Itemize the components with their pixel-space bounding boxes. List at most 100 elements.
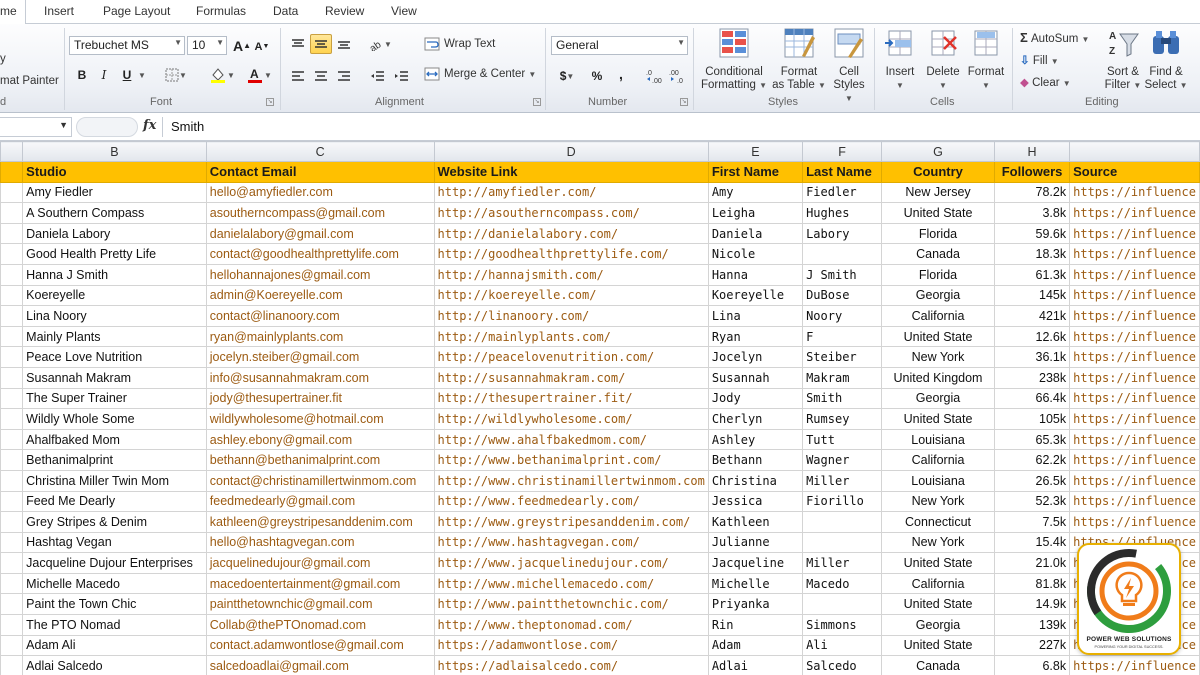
cell-studio[interactable]: Adam Ali	[22, 634, 207, 657]
cell-first-name[interactable]: Rin	[707, 614, 804, 636]
cell-source[interactable]: https://influence	[1069, 243, 1200, 265]
cell-first-name[interactable]: Adam	[707, 634, 804, 657]
cell[interactable]	[0, 531, 24, 554]
cell-first-name[interactable]: Cherlyn	[707, 408, 804, 430]
cell-contact-email[interactable]: salcedoadlai@gmail.com	[205, 655, 435, 675]
cell-contact-email[interactable]: Collab@thePTOnomad.com	[205, 614, 435, 636]
cell-contact-email[interactable]: jocelyn.steiber@gmail.com	[205, 346, 435, 368]
align-middle-icon[interactable]	[310, 34, 332, 54]
cell-first-name[interactable]: Kathleen	[707, 511, 804, 533]
cell-country[interactable]: New York	[881, 531, 995, 554]
cell-last-name[interactable]: J Smith	[802, 263, 883, 286]
cell[interactable]	[0, 552, 24, 574]
name-box[interactable]: ▼	[0, 117, 72, 137]
format-painter-button[interactable]: mat Painter	[0, 75, 59, 87]
cell-website-link[interactable]: http://www.christinamillertwinmom.com	[433, 469, 709, 492]
cell-contact-email[interactable]: ryan@mainlyplants.com	[205, 325, 435, 348]
cell-followers[interactable]: 139k	[993, 614, 1071, 636]
cell-country[interactable]: Louisiana	[881, 428, 995, 451]
cell-last-name[interactable]: Miller	[802, 469, 883, 492]
cell-contact-email[interactable]: contact.adamwontlose@gmail.com	[205, 634, 435, 657]
orientation-icon[interactable]: ab ▼	[366, 34, 394, 54]
cell-studio[interactable]: Hashtag Vegan	[22, 531, 207, 554]
cell-studio[interactable]: Peace Love Nutrition	[22, 346, 207, 368]
cell-website-link[interactable]: http://koereyelle.com/	[433, 284, 709, 307]
cell-website-link[interactable]: http://asoutherncompass.com/	[433, 202, 709, 224]
cell-contact-email[interactable]: info@susannahmakram.com	[205, 366, 435, 389]
cell-first-name[interactable]: Julianne	[707, 531, 804, 554]
align-right-icon[interactable]	[334, 66, 354, 86]
cell-last-name[interactable]: Labory	[802, 222, 883, 245]
cell-studio[interactable]: Christina Miller Twin Mom	[22, 469, 207, 492]
cell-first-name[interactable]: Koereyelle	[707, 284, 804, 307]
cell-website-link[interactable]: http://amyfiedler.com/	[433, 181, 709, 204]
cell-contact-email[interactable]: jacquelinedujour@gmail.com	[205, 552, 435, 574]
cell-website-link[interactable]: http://peacelovenutrition.com/	[433, 346, 709, 368]
cell-website-link[interactable]: https://adlaisalcedo.com/	[433, 655, 709, 675]
cell-country[interactable]: California	[881, 305, 995, 327]
cell[interactable]	[0, 161, 24, 183]
cell-source[interactable]: https://influence	[1069, 449, 1200, 471]
format-as-table-button[interactable]: Format as Table ▼	[770, 26, 828, 92]
cell-country[interactable]: Georgia	[881, 614, 995, 636]
cell-studio[interactable]: The PTO Nomad	[22, 614, 207, 636]
column-header-h[interactable]: H	[993, 141, 1071, 162]
clear-button[interactable]: ◆ Clear ▼	[1020, 75, 1071, 89]
cell-followers[interactable]: 227k	[993, 634, 1071, 657]
cell-contact-email[interactable]: hellohannajones@gmail.com	[205, 263, 435, 286]
underline-button[interactable]: U	[118, 65, 136, 85]
cell-first-name[interactable]: Jocelyn	[707, 346, 804, 368]
cell-studio[interactable]: Daniela Labory	[22, 222, 207, 245]
cell-studio[interactable]: Wildly Whole Some	[22, 408, 207, 430]
cell-studio[interactable]: A Southern Compass	[22, 202, 207, 224]
cell-followers[interactable]: 59.6k	[993, 222, 1071, 245]
cell-country[interactable]: United Kingdom	[881, 366, 995, 389]
cell-contact-email[interactable]: asoutherncompass@gmail.com	[205, 202, 435, 224]
cell-contact-email[interactable]: contact@linanoory.com	[205, 305, 435, 327]
column-header-i[interactable]	[1069, 141, 1200, 162]
cell-styles-button[interactable]: Cell Styles ▼	[828, 26, 870, 105]
cell-website-link[interactable]: http://linanoory.com/	[433, 305, 709, 327]
italic-button[interactable]: I	[95, 65, 113, 85]
cell-source[interactable]: https://influence	[1069, 428, 1200, 451]
column-header-f[interactable]: F	[802, 141, 883, 162]
cut-button[interactable]: y	[0, 53, 6, 65]
tab-insert[interactable]: Insert	[44, 4, 74, 18]
cell-contact-email[interactable]: wildlywholesome@hotmail.com	[205, 408, 435, 430]
cell-first-name[interactable]: Hanna	[707, 263, 804, 286]
formula-input[interactable]: Smith	[162, 117, 1200, 137]
percent-button[interactable]: %	[588, 66, 606, 86]
cell-country[interactable]: New Jersey	[881, 181, 995, 204]
decrease-decimal-icon[interactable]: .00.0	[668, 66, 688, 86]
cell[interactable]	[0, 428, 24, 451]
cell-first-name[interactable]: Christina	[707, 469, 804, 492]
cell-followers[interactable]: 3.8k	[993, 202, 1071, 224]
tab-home[interactable]: me	[0, 0, 26, 25]
cell-studio[interactable]: Susannah Makram	[22, 366, 207, 389]
cell-followers[interactable]: 6.8k	[993, 655, 1071, 675]
tab-review[interactable]: Review	[325, 4, 364, 18]
column-header-g[interactable]: G	[881, 141, 995, 162]
cell-website-link[interactable]: http://www.theptonomad.com/	[433, 614, 709, 636]
cell-followers[interactable]: 81.8k	[993, 572, 1071, 595]
cell-last-name[interactable]: Smith	[802, 387, 883, 410]
cell-studio[interactable]: Good Health Pretty Life	[22, 243, 207, 265]
cell-website-link[interactable]: http://www.greystripesanddenim.com/	[433, 511, 709, 533]
cell-country[interactable]: United State	[881, 552, 995, 574]
cell-followers[interactable]: 62.2k	[993, 449, 1071, 471]
cell-followers[interactable]: 145k	[993, 284, 1071, 307]
cell-followers[interactable]: 78.2k	[993, 181, 1071, 204]
number-dialog-launcher-icon[interactable]: ↘	[680, 98, 688, 106]
cell[interactable]	[0, 449, 24, 471]
cell-country[interactable]: California	[881, 449, 995, 471]
cell-last-name[interactable]: Ali	[802, 634, 883, 657]
cell-first-name[interactable]: Jody	[707, 387, 804, 410]
cell-followers[interactable]: 61.3k	[993, 263, 1071, 286]
cell-first-name[interactable]: Jessica	[707, 490, 804, 513]
cell-last-name[interactable]: Simmons	[802, 614, 883, 636]
cell-source[interactable]: https://influence	[1069, 655, 1200, 675]
align-center-icon[interactable]	[311, 66, 331, 86]
cell-country[interactable]: New York	[881, 490, 995, 513]
cell-contact-email[interactable]: hello@hashtagvegan.com	[205, 531, 435, 554]
cell-followers[interactable]: 105k	[993, 408, 1071, 430]
